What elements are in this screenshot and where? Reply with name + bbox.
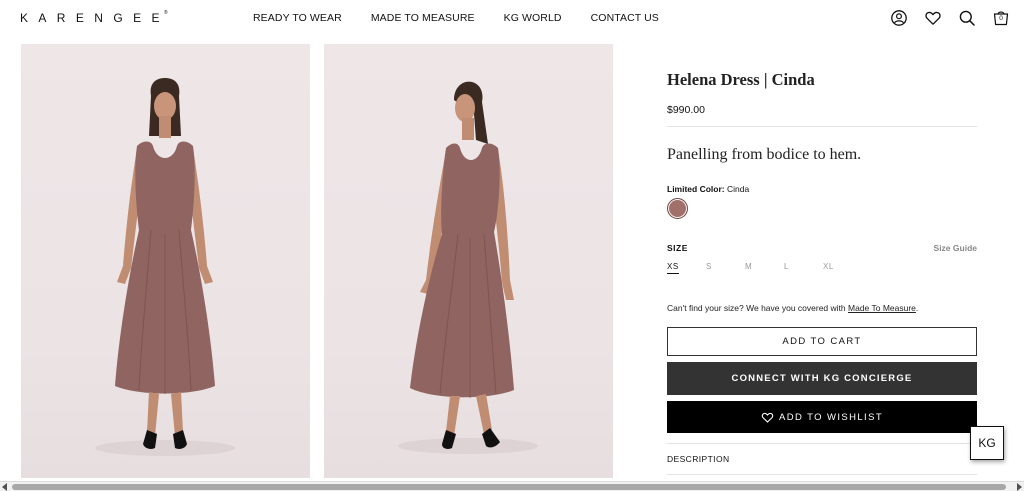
site-header: KARENGEE® READY TO WEAR MADE TO MEASURE … — [0, 0, 1024, 38]
color-value: Cinda — [726, 184, 750, 194]
brand-logo[interactable]: KARENGEE® — [20, 10, 174, 25]
size-options: XS S M L XL — [667, 262, 862, 274]
size-label: SIZE — [667, 243, 688, 253]
main-nav: READY TO WEAR MADE TO MEASURE KG WORLD C… — [253, 12, 688, 24]
size-option-m[interactable]: M — [745, 262, 784, 274]
description-accordion[interactable]: DESCRIPTION — [667, 454, 730, 464]
nav-kg-world[interactable]: KG WORLD — [504, 12, 562, 24]
kg-chat-badge[interactable]: KG — [970, 426, 1004, 460]
wishlist-heart-icon[interactable] — [924, 9, 942, 27]
nav-contact-us[interactable]: CONTACT US — [591, 12, 659, 24]
product-image-side[interactable] — [324, 44, 613, 478]
cart-icon[interactable]: 0 — [992, 9, 1010, 27]
account-icon[interactable] — [890, 9, 908, 27]
scroll-right-arrow-icon[interactable] — [1017, 483, 1022, 491]
connect-concierge-button[interactable]: CONNECT WITH KG CONCIERGE — [667, 362, 977, 395]
cart-count: 0 — [999, 15, 1003, 22]
header-icons: 0 — [890, 9, 1010, 27]
size-option-s[interactable]: S — [706, 262, 745, 274]
color-label: Limited Color: Cinda — [667, 184, 750, 194]
product-price: $990.00 — [667, 104, 705, 116]
divider — [667, 443, 977, 444]
size-option-l[interactable]: L — [784, 262, 823, 274]
color-swatch-cinda[interactable] — [667, 198, 688, 219]
product-image-front[interactable] — [21, 44, 310, 478]
nav-made-to-measure[interactable]: MADE TO MEASURE — [371, 12, 475, 24]
made-to-measure-link[interactable]: Made To Measure — [848, 303, 916, 313]
nav-ready-to-wear[interactable]: READY TO WEAR — [253, 12, 342, 24]
wishlist-label: ADD TO WISHLIST — [778, 411, 884, 423]
size-option-xl[interactable]: XL — [823, 262, 862, 274]
add-to-cart-button[interactable]: ADD TO CART — [667, 327, 977, 356]
product-tagline: Panelling from bodice to hem. — [667, 146, 862, 163]
product-title: Helena Dress | Cinda — [667, 70, 815, 89]
model-figure-front — [95, 78, 235, 456]
model-figure-side — [398, 81, 538, 454]
scrollbar-thumb[interactable] — [12, 484, 1006, 490]
size-guide-link[interactable]: Size Guide — [934, 243, 977, 253]
add-to-wishlist-button[interactable]: ADD TO WISHLIST — [667, 401, 977, 433]
size-help-text: Can't find your size? We have you covere… — [667, 303, 919, 313]
divider — [667, 126, 977, 127]
search-icon[interactable] — [958, 9, 976, 27]
scroll-left-arrow-icon[interactable] — [2, 483, 7, 491]
horizontal-scrollbar[interactable] — [0, 481, 1024, 491]
divider — [667, 474, 977, 475]
heart-icon — [761, 412, 774, 423]
size-option-xs[interactable]: XS — [667, 262, 706, 274]
